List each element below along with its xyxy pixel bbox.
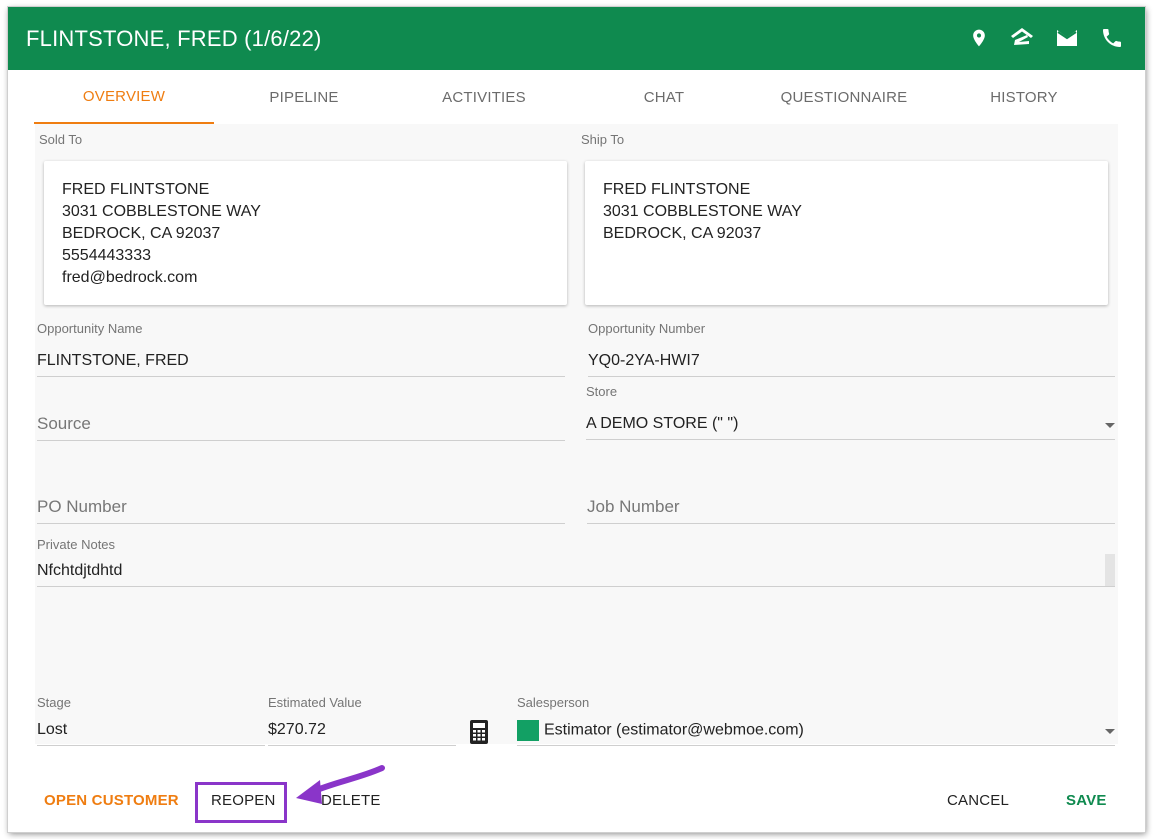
ship-to-name: FRED FLINTSTONE	[603, 181, 751, 198]
opportunity-number-value: YQ0-2YA-HWI7	[588, 352, 700, 369]
private-notes-value: Nfchtdjtdhtd	[37, 562, 123, 579]
tab-history[interactable]: HISTORY	[934, 70, 1114, 124]
sold-to-card[interactable]: FRED FLINTSTONE 3031 COBBLESTONE WAY BED…	[44, 161, 567, 305]
dialog-title: FLINTSTONE, FRED (1/6/22)	[26, 26, 322, 51]
estimated-value-label: Estimated Value	[268, 695, 362, 710]
ship-to-street: 3031 COBBLESTONE WAY	[603, 203, 802, 220]
ship-to-card[interactable]: FRED FLINTSTONE 3031 COBBLESTONE WAY BED…	[585, 161, 1108, 305]
tab-bar: OVERVIEW PIPELINE ACTIVITIES CHAT QUESTI…	[34, 70, 1114, 124]
calculator-icon[interactable]	[470, 720, 490, 744]
opportunity-dialog: FLINTSTONE, FRED (1/6/22) OVERVIEW PIPEL…	[8, 7, 1145, 832]
ship-to-city: BEDROCK, CA 92037	[603, 225, 762, 242]
location-pin-icon[interactable]	[966, 25, 992, 51]
tab-overview[interactable]: OVERVIEW	[34, 70, 214, 124]
sold-to-name: FRED FLINTSTONE	[62, 181, 210, 198]
cancel-button[interactable]: CANCEL	[947, 792, 1009, 809]
dialog-header: FLINTSTONE, FRED (1/6/22)	[8, 7, 1145, 70]
reopen-highlight-box	[195, 782, 287, 823]
source-field[interactable]: Source	[37, 414, 565, 441]
stage-value: Lost	[37, 721, 68, 738]
po-number-placeholder: PO Number	[37, 497, 127, 516]
open-customer-button[interactable]: OPEN CUSTOMER	[44, 792, 179, 809]
opportunity-number-label: Opportunity Number	[588, 321, 706, 336]
opportunity-name-value: FLINTSTONE, FRED	[37, 352, 189, 369]
source-placeholder: Source	[37, 414, 91, 433]
save-button[interactable]: SAVE	[1066, 792, 1107, 809]
store-label: Store	[586, 384, 618, 399]
private-notes-field[interactable]: Nfchtdjtdhtd	[37, 560, 1115, 587]
tab-questionnaire[interactable]: QUESTIONNAIRE	[754, 70, 934, 124]
ship-to-label: Ship To	[581, 132, 625, 147]
salesperson-select[interactable]: Estimator (estimator@webmoe.com)	[517, 719, 1115, 746]
tab-pipeline[interactable]: PIPELINE	[214, 70, 394, 124]
tab-chat[interactable]: CHAT	[574, 70, 754, 124]
estimated-value-value: $270.72	[268, 721, 326, 738]
tab-activities[interactable]: ACTIVITIES	[394, 70, 574, 124]
salesperson-value: Estimator (estimator@webmoe.com)	[544, 721, 804, 739]
notes-scrollbar[interactable]	[1105, 554, 1115, 586]
salesperson-value-wrap: Estimator (estimator@webmoe.com)	[517, 720, 804, 741]
opportunity-name-field[interactable]: FLINTSTONE, FRED	[37, 350, 565, 377]
email-icon[interactable]	[1054, 25, 1080, 51]
stage-field[interactable]: Lost	[37, 719, 265, 746]
chevron-down-icon[interactable]	[1105, 423, 1115, 428]
store-select[interactable]: A DEMO STORE (" ")	[586, 413, 1115, 440]
opportunity-number-field[interactable]: YQ0-2YA-HWI7	[588, 350, 1115, 377]
sold-to-street: 3031 COBBLESTONE WAY	[62, 203, 261, 220]
chevron-down-icon[interactable]	[1105, 729, 1115, 734]
phone-icon[interactable]	[1099, 25, 1125, 51]
overview-panel: Sold To FRED FLINTSTONE 3031 COBBLESTONE…	[35, 124, 1118, 746]
annotation-arrow-icon	[290, 760, 390, 811]
sold-to-city: BEDROCK, CA 92037	[62, 225, 221, 242]
zillow-icon[interactable]	[1009, 25, 1035, 51]
po-number-field[interactable]: PO Number	[37, 497, 565, 524]
sold-to-phone: 5554443333	[62, 247, 151, 264]
stage-label: Stage	[37, 695, 71, 710]
private-notes-label: Private Notes	[37, 537, 116, 552]
job-number-field[interactable]: Job Number	[587, 497, 1115, 524]
salesperson-label: Salesperson	[517, 695, 590, 710]
estimated-value-field[interactable]: $270.72	[268, 719, 456, 746]
store-value: A DEMO STORE (" ")	[586, 415, 739, 432]
salesperson-color-swatch	[517, 720, 539, 741]
opportunity-name-label: Opportunity Name	[37, 321, 143, 336]
sold-to-label: Sold To	[39, 132, 83, 147]
sold-to-email: fred@bedrock.com	[62, 269, 198, 286]
job-number-placeholder: Job Number	[587, 497, 680, 516]
